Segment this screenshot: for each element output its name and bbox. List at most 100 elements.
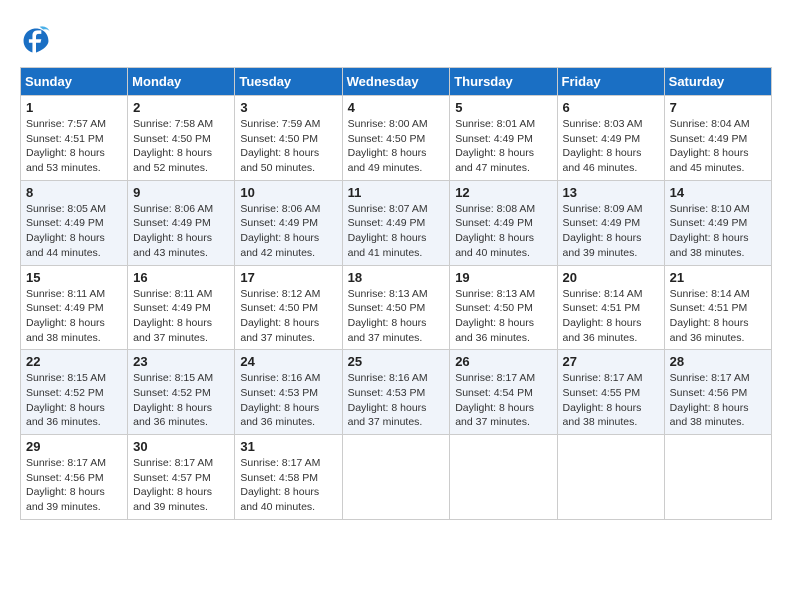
day-number: 1 [26, 100, 122, 115]
day-detail: Sunrise: 8:14 AMSunset: 4:51 PMDaylight:… [563, 287, 659, 346]
calendar-cell: 14 Sunrise: 8:10 AMSunset: 4:49 PMDayligh… [664, 180, 771, 265]
day-detail: Sunrise: 8:03 AMSunset: 4:49 PMDaylight:… [563, 117, 659, 176]
day-number: 22 [26, 354, 122, 369]
logo [20, 25, 56, 57]
calendar-week-3: 15 Sunrise: 8:11 AMSunset: 4:49 PMDayligh… [21, 265, 772, 350]
day-detail: Sunrise: 8:00 AMSunset: 4:50 PMDaylight:… [348, 117, 445, 176]
day-detail: Sunrise: 8:05 AMSunset: 4:49 PMDaylight:… [26, 202, 122, 261]
calendar-cell: 5 Sunrise: 8:01 AMSunset: 4:49 PMDaylight… [450, 96, 557, 181]
calendar-cell: 13Sunrise: 8:09 AMSunset: 4:49 PMDayligh… [557, 180, 664, 265]
day-detail: Sunrise: 7:57 AMSunset: 4:51 PMDaylight:… [26, 117, 122, 176]
day-detail: Sunrise: 7:59 AMSunset: 4:50 PMDaylight:… [240, 117, 336, 176]
day-detail: Sunrise: 8:17 AMSunset: 4:56 PMDaylight:… [26, 456, 122, 515]
day-detail: Sunrise: 8:08 AMSunset: 4:49 PMDaylight:… [455, 202, 551, 261]
day-detail: Sunrise: 8:16 AMSunset: 4:53 PMDaylight:… [240, 371, 336, 430]
day-detail: Sunrise: 8:01 AMSunset: 4:49 PMDaylight:… [455, 117, 551, 176]
calendar-body: 1 Sunrise: 7:57 AMSunset: 4:51 PMDaylight… [21, 96, 772, 520]
day-detail: Sunrise: 8:06 AMSunset: 4:49 PMDaylight:… [240, 202, 336, 261]
day-detail: Sunrise: 8:11 AMSunset: 4:49 PMDaylight:… [133, 287, 229, 346]
calendar-cell: 29Sunrise: 8:17 AMSunset: 4:56 PMDayligh… [21, 435, 128, 520]
day-number: 20 [563, 270, 659, 285]
calendar-cell: 7 Sunrise: 8:04 AMSunset: 4:49 PMDaylight… [664, 96, 771, 181]
calendar-cell: 4 Sunrise: 8:00 AMSunset: 4:50 PMDaylight… [342, 96, 450, 181]
calendar-header-thursday: Thursday [450, 68, 557, 96]
day-number: 14 [670, 185, 766, 200]
day-number: 25 [348, 354, 445, 369]
day-detail: Sunrise: 8:13 AMSunset: 4:50 PMDaylight:… [348, 287, 445, 346]
calendar-week-1: 1 Sunrise: 7:57 AMSunset: 4:51 PMDaylight… [21, 96, 772, 181]
calendar-cell: 17Sunrise: 8:12 AMSunset: 4:50 PMDayligh… [235, 265, 342, 350]
calendar-cell: 15 Sunrise: 8:11 AMSunset: 4:49 PMDayligh… [21, 265, 128, 350]
day-number: 19 [455, 270, 551, 285]
calendar-header-friday: Friday [557, 68, 664, 96]
day-detail: Sunrise: 8:15 AMSunset: 4:52 PMDaylight:… [26, 371, 122, 430]
calendar-header-monday: Monday [128, 68, 235, 96]
calendar-week-4: 22 Sunrise: 8:15 AMSunset: 4:52 PMDayligh… [21, 350, 772, 435]
calendar-cell: 31 Sunrise: 8:17 AMSunset: 4:58 PMDayligh… [235, 435, 342, 520]
day-number: 28 [670, 354, 766, 369]
calendar-cell: 3 Sunrise: 7:59 AMSunset: 4:50 PMDaylight… [235, 96, 342, 181]
calendar-cell: 9Sunrise: 8:06 AMSunset: 4:49 PMDaylight… [128, 180, 235, 265]
calendar-cell: 2Sunrise: 7:58 AMSunset: 4:50 PMDaylight… [128, 96, 235, 181]
calendar-week-2: 8 Sunrise: 8:05 AMSunset: 4:49 PMDaylight… [21, 180, 772, 265]
calendar-cell: 22 Sunrise: 8:15 AMSunset: 4:52 PMDayligh… [21, 350, 128, 435]
calendar-cell [557, 435, 664, 520]
day-number: 8 [26, 185, 122, 200]
calendar-cell: 1 Sunrise: 7:57 AMSunset: 4:51 PMDaylight… [21, 96, 128, 181]
day-detail: Sunrise: 8:10 AMSunset: 4:49 PMDaylight:… [670, 202, 766, 261]
day-number: 4 [348, 100, 445, 115]
day-number: 3 [240, 100, 336, 115]
day-detail: Sunrise: 8:16 AMSunset: 4:53 PMDaylight:… [348, 371, 445, 430]
day-number: 21 [670, 270, 766, 285]
day-detail: Sunrise: 8:07 AMSunset: 4:49 PMDaylight:… [348, 202, 445, 261]
day-detail: Sunrise: 8:04 AMSunset: 4:49 PMDaylight:… [670, 117, 766, 176]
calendar-cell: 24 Sunrise: 8:16 AMSunset: 4:53 PMDayligh… [235, 350, 342, 435]
day-number: 5 [455, 100, 551, 115]
calendar-cell: 12 Sunrise: 8:08 AMSunset: 4:49 PMDayligh… [450, 180, 557, 265]
calendar: SundayMondayTuesdayWednesdayThursdayFrid… [20, 67, 772, 520]
calendar-cell: 11Sunrise: 8:07 AMSunset: 4:49 PMDayligh… [342, 180, 450, 265]
calendar-header-wednesday: Wednesday [342, 68, 450, 96]
calendar-cell [450, 435, 557, 520]
day-number: 6 [563, 100, 659, 115]
day-number: 26 [455, 354, 551, 369]
calendar-cell: 19 Sunrise: 8:13 AMSunset: 4:50 PMDayligh… [450, 265, 557, 350]
calendar-header-row: SundayMondayTuesdayWednesdayThursdayFrid… [21, 68, 772, 96]
header [20, 20, 772, 57]
day-number: 27 [563, 354, 659, 369]
calendar-header-saturday: Saturday [664, 68, 771, 96]
day-number: 31 [240, 439, 336, 454]
calendar-cell: 25 Sunrise: 8:16 AMSunset: 4:53 PMDayligh… [342, 350, 450, 435]
day-detail: Sunrise: 8:15 AMSunset: 4:52 PMDaylight:… [133, 371, 229, 430]
calendar-header-sunday: Sunday [21, 68, 128, 96]
day-number: 2 [133, 100, 229, 115]
day-number: 30 [133, 439, 229, 454]
day-number: 15 [26, 270, 122, 285]
day-number: 7 [670, 100, 766, 115]
calendar-week-5: 29Sunrise: 8:17 AMSunset: 4:56 PMDayligh… [21, 435, 772, 520]
day-detail: Sunrise: 8:17 AMSunset: 4:57 PMDaylight:… [133, 456, 229, 515]
day-detail: Sunrise: 8:17 AMSunset: 4:56 PMDaylight:… [670, 371, 766, 430]
day-detail: Sunrise: 8:11 AMSunset: 4:49 PMDaylight:… [26, 287, 122, 346]
calendar-cell: 26Sunrise: 8:17 AMSunset: 4:54 PMDayligh… [450, 350, 557, 435]
calendar-cell: 18 Sunrise: 8:13 AMSunset: 4:50 PMDayligh… [342, 265, 450, 350]
day-number: 12 [455, 185, 551, 200]
day-number: 24 [240, 354, 336, 369]
day-number: 16 [133, 270, 229, 285]
day-detail: Sunrise: 8:13 AMSunset: 4:50 PMDaylight:… [455, 287, 551, 346]
day-number: 17 [240, 270, 336, 285]
day-detail: Sunrise: 8:17 AMSunset: 4:55 PMDaylight:… [563, 371, 659, 430]
day-number: 10 [240, 185, 336, 200]
calendar-header-tuesday: Tuesday [235, 68, 342, 96]
calendar-cell [342, 435, 450, 520]
day-number: 18 [348, 270, 445, 285]
calendar-cell: 27 Sunrise: 8:17 AMSunset: 4:55 PMDayligh… [557, 350, 664, 435]
day-detail: Sunrise: 8:17 AMSunset: 4:58 PMDaylight:… [240, 456, 336, 515]
calendar-cell: 10 Sunrise: 8:06 AMSunset: 4:49 PMDayligh… [235, 180, 342, 265]
calendar-cell: 16 Sunrise: 8:11 AMSunset: 4:49 PMDayligh… [128, 265, 235, 350]
calendar-cell: 28 Sunrise: 8:17 AMSunset: 4:56 PMDayligh… [664, 350, 771, 435]
calendar-cell: 23Sunrise: 8:15 AMSunset: 4:52 PMDayligh… [128, 350, 235, 435]
day-detail: Sunrise: 8:06 AMSunset: 4:49 PMDaylight:… [133, 202, 229, 261]
calendar-cell [664, 435, 771, 520]
calendar-cell: 8 Sunrise: 8:05 AMSunset: 4:49 PMDaylight… [21, 180, 128, 265]
